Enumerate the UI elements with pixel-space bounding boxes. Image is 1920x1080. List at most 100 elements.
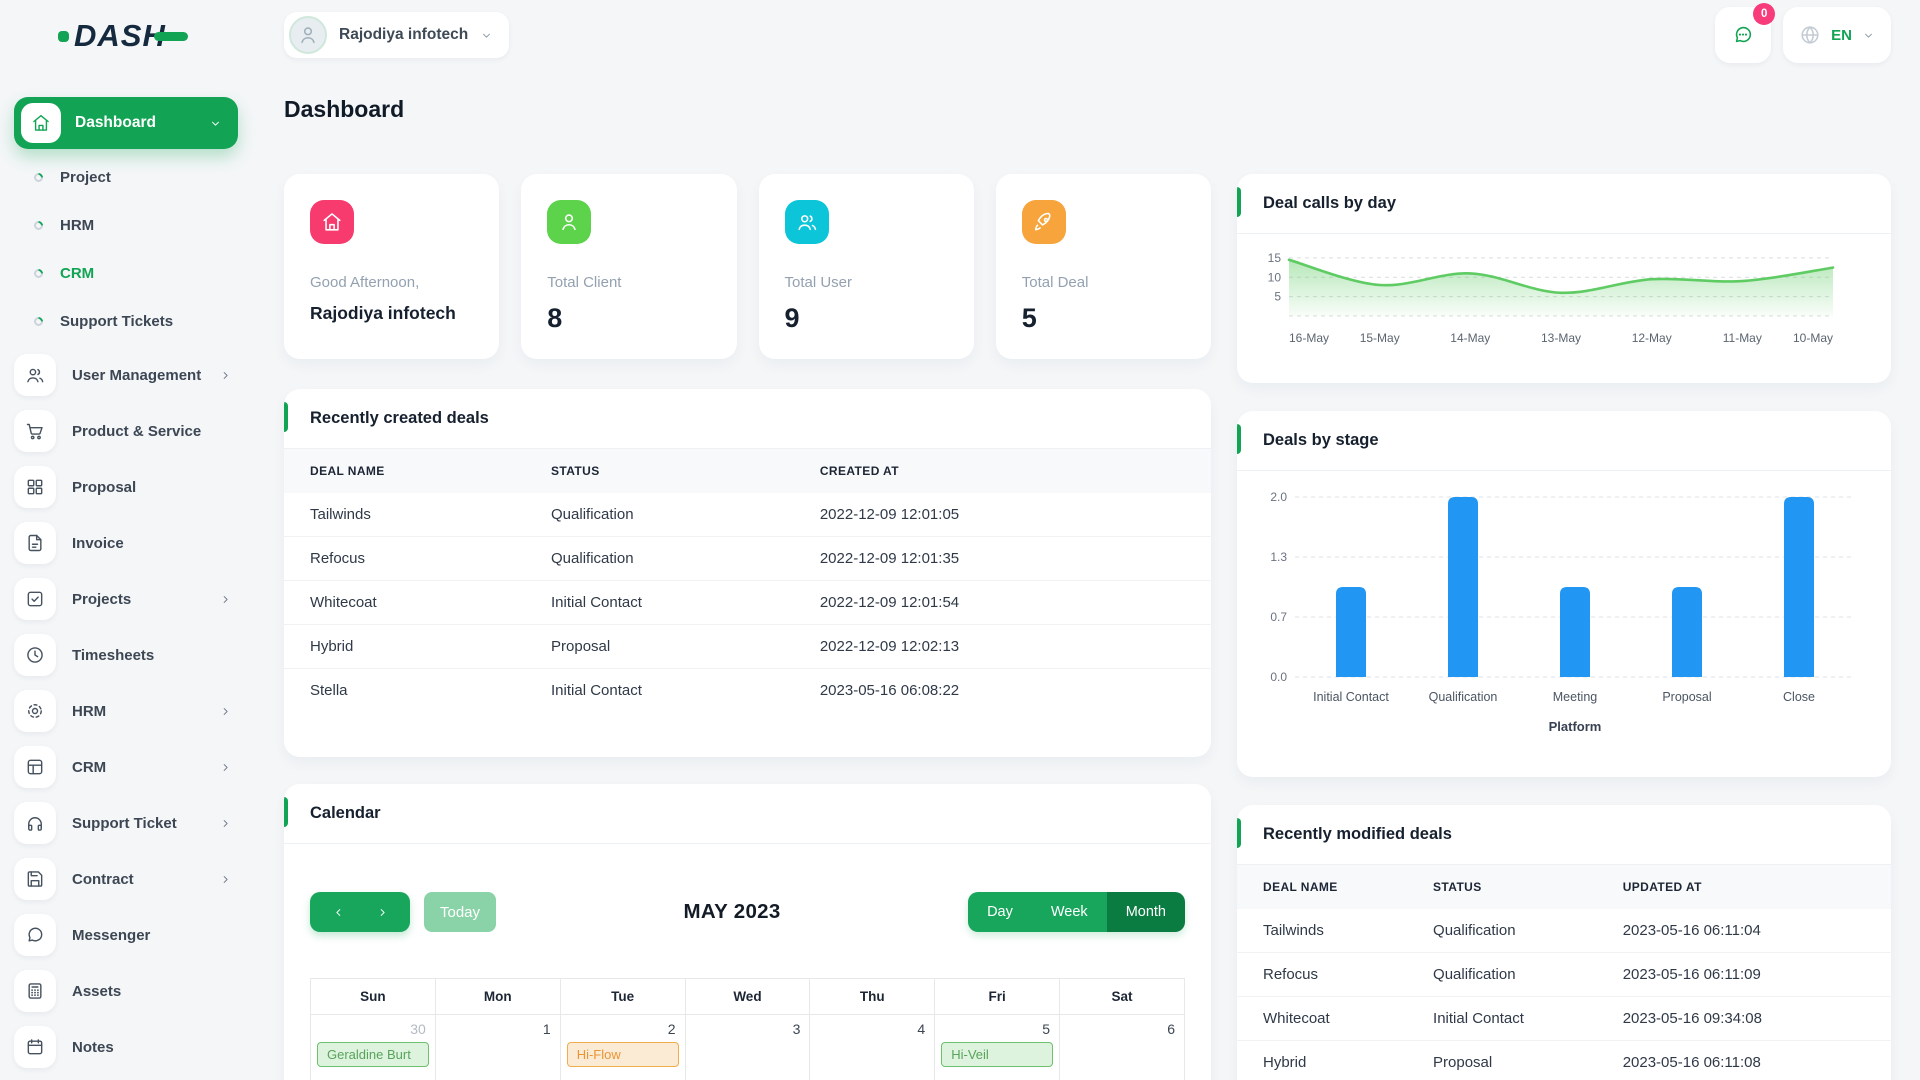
messages-button[interactable]: 0 [1715, 3, 1776, 63]
svg-text:Close: Close [1783, 690, 1815, 704]
sidebar-subitem-project[interactable]: Project [0, 153, 252, 201]
calendar-toolbar: Today MAY 2023 Day Week Month [310, 892, 1185, 932]
sidebar-item-contract[interactable]: Contract [0, 851, 252, 907]
sidebar-item-assets[interactable]: Assets [0, 963, 252, 1019]
cell-updated-at: 2023-05-16 06:11:09 [1596, 952, 1891, 997]
stats-row: Good Afternoon, Rajodiya infotech Total Cl… [284, 174, 1211, 359]
logo-dot-icon [58, 30, 69, 42]
sidebar-item-label: Product & Service [72, 422, 202, 440]
calendar-date-number: 1 [542, 1021, 551, 1037]
stat-card-good-afternoon: Good Afternoon, Rajodiya infotech [284, 174, 500, 359]
calendar-day-cell[interactable]: 6 [1059, 1014, 1185, 1080]
sidebar-item-label: Timesheets [72, 646, 155, 664]
layout-icon [14, 746, 56, 788]
stat-value: 8 [547, 303, 563, 333]
svg-text:Proposal: Proposal [1662, 690, 1711, 704]
chevron-down-icon [209, 117, 222, 130]
sidebar-subitem-crm[interactable]: CRM [0, 249, 252, 297]
calendar-event[interactable]: Hi-Veil [941, 1042, 1054, 1067]
home-icon [310, 200, 354, 244]
calendar-day-cell[interactable]: 4 [809, 1014, 936, 1080]
svg-text:11-May: 11-May [1723, 331, 1762, 345]
calendar-view-day-button[interactable]: Day [968, 892, 1032, 932]
calendar-view-switcher: Day Week Month [968, 892, 1185, 932]
calendar-view-week-button[interactable]: Week [1031, 892, 1107, 932]
calendar-day-cell[interactable]: 2 Hi-Flow [559, 1014, 686, 1080]
panel-header: Recently created deals [284, 389, 1211, 449]
sidebar-item-timesheets[interactable]: Timesheets [0, 627, 252, 683]
column-header-status: STATUS [551, 464, 600, 478]
cell-updated-at: 2023-05-16 09:34:08 [1596, 996, 1891, 1041]
sidebar-item-crm[interactable]: CRM [0, 739, 252, 795]
language-selector[interactable]: EN [1783, 7, 1891, 63]
calendar-nav-buttons [310, 892, 410, 932]
sidebar-item-user-management[interactable]: User Management [0, 347, 252, 403]
calendar-today-button[interactable]: Today [424, 892, 497, 932]
cell-updated-at: 2023-05-16 06:11:04 [1622, 922, 1761, 939]
cell-created-at: 2022-12-09 12:01:35 [793, 536, 1211, 581]
table-row: Refocus Qualification 2022-12-09 12:01:35 [284, 536, 1211, 581]
headphones-icon [14, 802, 56, 844]
table-row: Hybrid Proposal 2023-05-16 06:11:08 [1237, 1040, 1891, 1080]
chevron-left-icon [332, 906, 345, 919]
cell-status: Proposal [1407, 1040, 1597, 1080]
sidebar-item-projects[interactable]: Projects [0, 571, 252, 627]
sidebar-item-product-service[interactable]: Product & Service [0, 403, 252, 459]
column-header-deal-name: DEAL NAME [310, 464, 385, 478]
sidebar-item-dashboard[interactable]: Dashboard [14, 97, 238, 149]
sidebar-item-label: Support Ticket [72, 814, 177, 832]
globe-icon [1799, 24, 1821, 46]
sidebar-main-menu: User Management Product & Service Proposal… [0, 347, 252, 1075]
svg-text:13-May: 13-May [1541, 331, 1581, 345]
sidebar-item-proposal[interactable]: Proposal [0, 459, 252, 515]
cell-status: Initial Contact [525, 668, 794, 712]
rocket-icon [1021, 200, 1066, 244]
calendar-day-cell[interactable]: 30 Geraldine Burt [310, 1014, 436, 1080]
calendar-day-cell[interactable]: 1 [434, 1014, 561, 1080]
svg-text:Platform: Platform [1549, 719, 1602, 734]
calendar-date-number: 3 [792, 1021, 801, 1037]
svg-text:5: 5 [1274, 290, 1281, 304]
chevron-right-icon [376, 906, 389, 919]
chevron-right-icon [219, 817, 232, 830]
panel-title: Recently modified deals [1263, 825, 1452, 843]
cart-icon [14, 410, 56, 452]
cell-deal-name: Hybrid [1237, 1040, 1408, 1080]
sidebar-item-invoice[interactable]: Invoice [0, 515, 252, 571]
brand-logo[interactable]: DASH [58, 18, 252, 54]
workspace-selector[interactable]: Rajodiya infotech [284, 12, 510, 58]
calendar-event[interactable]: Hi-Flow [566, 1042, 679, 1067]
sidebar-item-messenger[interactable]: Messenger [0, 907, 252, 963]
sidebar-subitem-label: CRM [60, 264, 95, 282]
sidebar-item-support-ticket[interactable]: Support Ticket [0, 795, 252, 851]
weekday-header-sun: Sun [310, 978, 436, 1015]
calendar-date-number: 30 [410, 1021, 426, 1037]
stat-card-total-client: Total Client 8 [521, 174, 737, 359]
panel-header: Deals by stage [1237, 411, 1891, 471]
table-row: Whitecoat Initial Contact 2023-05-16 09:34… [1237, 996, 1891, 1041]
calendar-view-month-button[interactable]: Month [1106, 892, 1185, 932]
weekday-header-thu: Thu [809, 978, 936, 1015]
cell-deal-name: Whitecoat [1237, 996, 1408, 1041]
deals-by-stage-bar-chart: 2.0 1.3 0.7 0.0 Initial Contact Qualification… [1237, 471, 1891, 735]
cell-status: Qualification [1433, 922, 1516, 939]
sidebar-subitem-hrm[interactable]: HRM [0, 201, 252, 249]
sidebar-subitem-support-tickets[interactable]: Support Tickets [0, 297, 252, 345]
column-header-status: STATUS [1433, 880, 1482, 894]
calendar-event[interactable]: Geraldine Burt [317, 1042, 429, 1067]
main-content: Dashboard Good Afternoon, Rajodiya infote… [284, 70, 1891, 1080]
calendar-day-cell[interactable]: 5 Hi-Veil [934, 1014, 1061, 1080]
topbar-actions: 0 EN [1715, 3, 1891, 63]
calendar-day-cell[interactable]: 3 [684, 1014, 811, 1080]
svg-text:16-May: 16-May [1289, 331, 1329, 345]
stat-label: Total Deal [1021, 274, 1089, 291]
calendar-prev-button[interactable] [316, 892, 360, 932]
cell-created-at: 2022-12-09 12:01:05 [819, 506, 960, 523]
panel-title: Calendar [310, 804, 381, 822]
sidebar-item-hrm[interactable]: HRM [0, 683, 252, 739]
sidebar-item-notes[interactable]: Notes [0, 1019, 252, 1075]
calendar-next-button[interactable] [360, 892, 404, 932]
calendar-grid: Sun Mon Tue Wed Thu Fri Sat 30 Geraldine Burt 1 2 H… [310, 978, 1185, 1080]
svg-text:Meeting: Meeting [1553, 690, 1598, 704]
recently-modified-deals-table: DEAL NAME STATUS UPDATED AT Tailwinds Qualif… [1237, 865, 1891, 1080]
